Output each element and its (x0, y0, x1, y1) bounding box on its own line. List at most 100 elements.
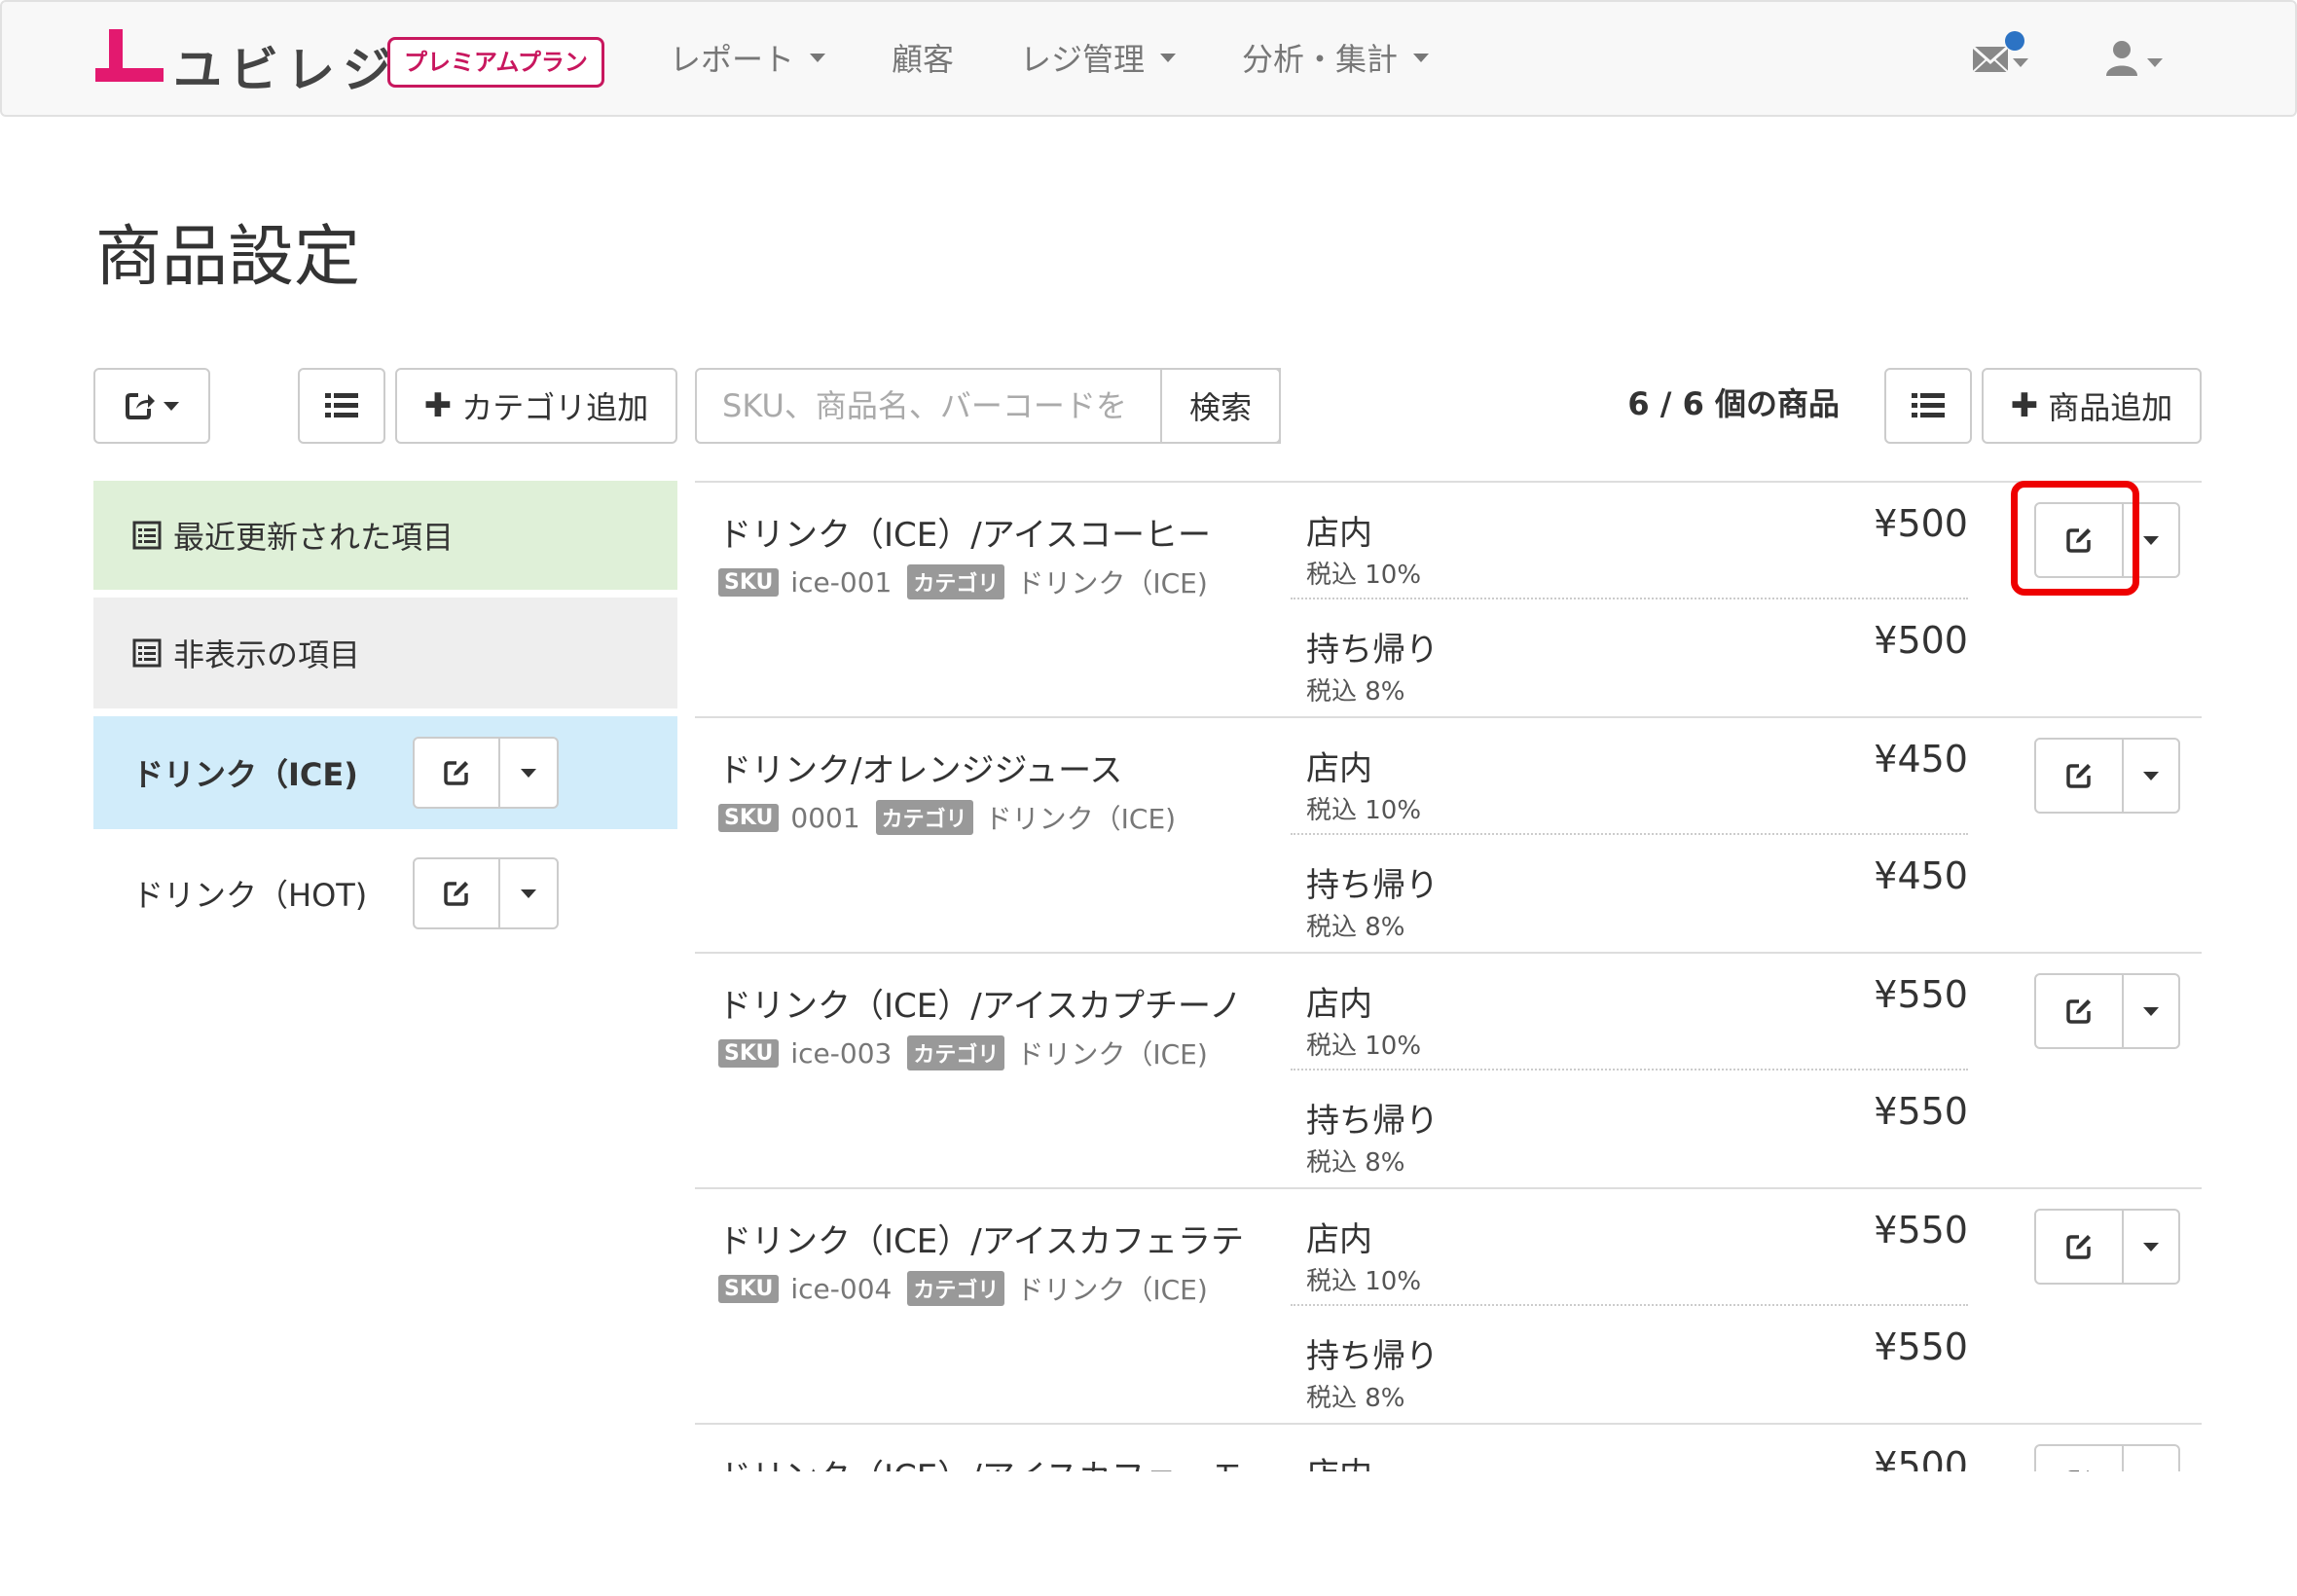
category-tag: カテゴリ (907, 564, 1005, 599)
nav-register-management[interactable]: レジ管理 (1020, 35, 1177, 80)
nav-customers[interactable]: 顧客 (892, 35, 954, 80)
share-icon (126, 393, 155, 419)
category-options-dropdown[interactable] (498, 857, 559, 929)
chevron-down-icon (2143, 535, 2159, 545)
chevron-down-icon (164, 401, 179, 411)
list-alt-icon (132, 521, 162, 550)
price-row: 店内 税込 10% ¥550 (1291, 954, 1968, 1070)
product-name[interactable]: ドリンク（ICE）/アイスカフェ・モ (718, 1450, 1244, 1471)
sidebar-item-hidden[interactable]: 非表示の項目 (93, 598, 677, 708)
sidebar-item-drink-ice[interactable]: ドリンク（ICE) (93, 716, 677, 829)
category-sort-button[interactable] (298, 368, 385, 444)
nav-report[interactable]: レポート (670, 35, 826, 80)
list-icon (325, 393, 358, 417)
ubiregi-logo-icon (95, 29, 164, 82)
category-edit-button[interactable] (413, 857, 500, 929)
product-options-dropdown[interactable] (2122, 973, 2180, 1049)
sku-value: ice-001 (790, 565, 893, 598)
list-alt-icon (132, 638, 162, 668)
plus-icon: ✚ (2010, 386, 2039, 425)
price-value: ¥550 (1874, 1090, 1968, 1133)
product-action-group (2034, 1444, 2180, 1471)
chevron-down-icon (1160, 53, 1177, 62)
tax-rate: 税込 10% (1306, 561, 1422, 590)
product-options-dropdown[interactable] (2122, 738, 2180, 814)
category-value: ドリンク（ICE) (1016, 1274, 1208, 1306)
plus-icon: ✚ (423, 386, 453, 425)
sku-tag: SKU (718, 1274, 780, 1303)
sidebar-item-label: ドリンク（ICE) (132, 756, 358, 793)
sidebar-item-label: ドリンク（HOT) (132, 877, 368, 914)
product-action-group (2034, 973, 2180, 1049)
product-action-group (2034, 502, 2180, 578)
product-options-dropdown[interactable] (2122, 1209, 2180, 1285)
product-edit-button[interactable] (2034, 1209, 2124, 1285)
category-tag: カテゴリ (875, 800, 973, 835)
add-product-button[interactable]: ✚ 商品追加 (1982, 368, 2202, 444)
add-category-label: カテゴリ追加 (461, 389, 649, 426)
price-label: 店内 (1306, 985, 1372, 1024)
product-edit-button[interactable] (2034, 973, 2124, 1049)
search-button-label: 検索 (1188, 389, 1252, 426)
edit-icon (2066, 999, 2091, 1024)
notification-dot (2005, 31, 2024, 51)
price-label: 店内 (1306, 1448, 1372, 1471)
sidebar-item-drink-hot[interactable]: ドリンク（HOT) (93, 837, 677, 950)
export-menu-button[interactable] (93, 368, 210, 444)
price-row: 持ち帰り 税込 8% ¥450 (1291, 835, 1968, 952)
price-label: 店内 (1306, 1220, 1372, 1259)
product-row: ドリンク（ICE）/アイスカプチーノ SKU ice-003 カテゴリ ドリンク… (695, 952, 2202, 1187)
product-name[interactable]: ドリンク/オレンジジュース (718, 744, 1122, 791)
price-value: ¥500 (1874, 502, 1968, 545)
price-value: ¥550 (1874, 1209, 1968, 1251)
product-row: ドリンク（ICE）/アイスカフェ・モ 店内 ¥500 (695, 1423, 2202, 1471)
price-label: 持ち帰り (1306, 866, 1439, 905)
category-edit-button[interactable] (413, 737, 500, 809)
user-menu[interactable] (2104, 39, 2172, 82)
edit-icon (444, 761, 468, 785)
category-value: ドリンク（ICE) (984, 803, 1177, 835)
price-label: 店内 (1306, 514, 1372, 553)
category-tag: カテゴリ (907, 1271, 1005, 1306)
product-edit-button[interactable] (2034, 1444, 2124, 1471)
product-edit-button[interactable] (2034, 738, 2124, 814)
sidebar-item-recently-updated[interactable]: 最近更新された項目 (93, 481, 677, 590)
sku-value: 0001 (790, 801, 860, 834)
product-name[interactable]: ドリンク（ICE）/アイスコーヒー (718, 508, 1211, 556)
add-category-button[interactable]: ✚ カテゴリ追加 (395, 368, 677, 444)
mail-menu[interactable] (1972, 31, 2042, 80)
category-tag: カテゴリ (907, 1035, 1005, 1070)
product-row: ドリンク/オレンジジュース SKU 0001 カテゴリ ドリンク（ICE) 店内… (695, 716, 2202, 952)
price-row: 店内 ¥500 (1291, 1425, 1968, 1471)
page-title: 商品設定 (95, 219, 361, 296)
price-value: ¥450 (1874, 738, 1968, 780)
add-product-label: 商品追加 (2048, 389, 2173, 426)
product-edit-button[interactable] (2034, 502, 2124, 578)
price-label: 持ち帰り (1306, 1337, 1439, 1376)
price-row: 持ち帰り 税込 8% ¥550 (1291, 1306, 1968, 1423)
list-icon (1912, 393, 1945, 417)
chevron-down-icon (2013, 58, 2028, 67)
product-sort-button[interactable] (1884, 368, 1972, 444)
category-options-dropdown[interactable] (498, 737, 559, 809)
nav-analytics[interactable]: 分析・集計 (1242, 35, 1430, 80)
tax-rate: 税込 8% (1306, 1384, 1405, 1413)
top-navbar: ユビレジ プレミアムプラン レポート 顧客 レジ管理 分析・集計 (0, 0, 2297, 117)
sidebar-item-label: 非表示の項目 (173, 636, 361, 673)
product-meta: SKU ice-003 カテゴリ ドリンク（ICE) (718, 1034, 1223, 1072)
chevron-down-icon (810, 53, 826, 62)
product-name[interactable]: ドリンク（ICE）/アイスカフェラテ (718, 1215, 1244, 1262)
product-name[interactable]: ドリンク（ICE）/アイスカプチーノ (718, 979, 1242, 1027)
product-options-dropdown[interactable] (2122, 1444, 2180, 1471)
price-value: ¥500 (1874, 619, 1968, 662)
price-value: ¥450 (1874, 854, 1968, 897)
search-button[interactable]: 検索 (1160, 368, 1281, 444)
logo-text: ユビレジ (173, 42, 399, 98)
product-settings-page: ユビレジ プレミアムプラン レポート 顧客 レジ管理 分析・集計 商品設定 ✚ … (0, 0, 2297, 1596)
nav-customers-label: 顧客 (892, 41, 955, 78)
category-value: ドリンク（ICE) (1016, 567, 1208, 599)
chevron-down-icon (2143, 1242, 2159, 1251)
tax-rate: 税込 8% (1306, 913, 1405, 942)
product-options-dropdown[interactable] (2122, 502, 2180, 578)
chevron-down-icon (2143, 1006, 2159, 1016)
